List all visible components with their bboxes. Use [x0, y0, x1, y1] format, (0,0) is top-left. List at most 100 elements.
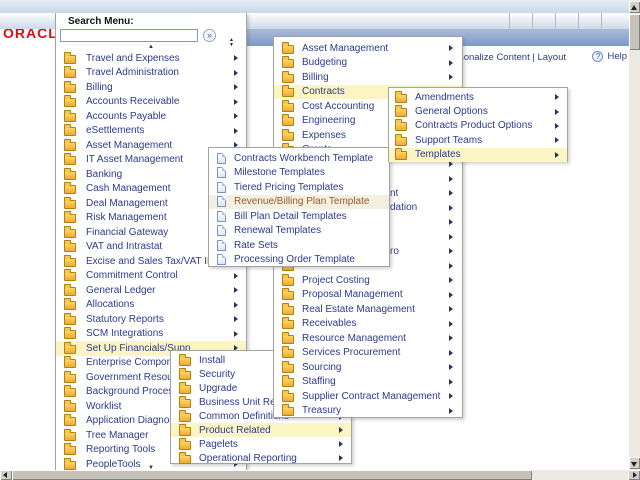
folder-icon — [179, 413, 191, 422]
menu-item[interactable]: Pagelets — [171, 437, 351, 451]
menu-item[interactable]: Asset Management — [274, 41, 462, 56]
menu-page-item[interactable]: Contracts Workbench Template — [209, 151, 389, 166]
menu-item[interactable]: Travel Administration — [56, 66, 246, 81]
menu-item[interactable]: Supplier Contract Management — [274, 389, 462, 404]
menu-page-item[interactable]: Bill Plan Detail Templates — [209, 209, 389, 224]
menu-item[interactable]: Support Teams — [389, 133, 567, 147]
menu-item[interactable]: General Ledger — [56, 283, 246, 298]
folder-icon — [282, 320, 294, 329]
menu-item[interactable]: Receivables — [274, 317, 462, 332]
folder-icon — [395, 94, 407, 103]
search-input[interactable] — [60, 29, 198, 42]
submenu-arrow-icon — [449, 350, 453, 356]
menu-item[interactable]: eSettlements — [56, 124, 246, 139]
menu-item[interactable]: Billing — [56, 80, 246, 95]
submenu-arrow-icon — [555, 123, 559, 129]
menu-resize-icon[interactable]: ▲ ▼ — [229, 38, 234, 48]
vertical-scrollbar[interactable] — [629, 0, 640, 470]
folder-icon — [64, 316, 76, 325]
folder-icon — [64, 272, 76, 281]
folder-icon — [282, 393, 294, 402]
search-menu-label: Search Menu: — [56, 13, 246, 28]
menu-item[interactable]: Accounts Payable — [56, 109, 246, 124]
horizontal-scrollbar[interactable] — [0, 470, 640, 480]
menu-item[interactable]: Statutory Reports — [56, 312, 246, 327]
scroll-down-arrow-icon[interactable] — [629, 457, 640, 469]
folder-icon — [395, 137, 407, 146]
folder-icon — [282, 117, 294, 126]
menu-page-item[interactable]: Milestone Templates — [209, 166, 389, 181]
page-icon — [217, 182, 226, 193]
submenu-arrow-icon — [234, 84, 238, 90]
menu-item[interactable]: Templates — [389, 148, 567, 162]
menu-page-item[interactable]: Rate Sets — [209, 238, 389, 253]
folder-icon — [282, 378, 294, 387]
submenu-arrow-icon — [555, 94, 559, 100]
submenu-arrow-icon — [339, 441, 343, 447]
folder-icon — [179, 357, 191, 366]
menu-page-item[interactable]: Processing Order Template — [209, 253, 389, 268]
menu-item[interactable]: Commitment Control — [56, 269, 246, 284]
nav-link[interactable] — [555, 13, 578, 29]
folder-icon — [64, 156, 76, 165]
menu-item[interactable]: Contracts Product Options — [389, 119, 567, 133]
submenu-arrow-icon — [449, 277, 453, 283]
menu-item[interactable]: Billing — [274, 70, 462, 85]
menu-item[interactable]: SCM Integrations — [56, 327, 246, 342]
menu-item[interactable]: Services Procurement — [274, 346, 462, 361]
folder-icon — [64, 345, 76, 354]
help-link[interactable]: ? Help — [592, 51, 627, 62]
folder-icon — [64, 359, 76, 368]
menu-item[interactable]: Staffing — [274, 375, 462, 390]
search-go-icon[interactable]: » — [203, 29, 216, 42]
nav-link[interactable] — [509, 13, 532, 29]
submenu-arrow-icon — [234, 113, 238, 119]
nav-link[interactable] — [601, 13, 624, 29]
folder-icon — [64, 55, 76, 64]
menu-scroll-up-icon[interactable]: ▲ — [56, 44, 246, 51]
menu-item[interactable]: Resource Management — [274, 331, 462, 346]
submenu-arrow-icon — [234, 128, 238, 134]
submenu-arrow-icon — [449, 393, 453, 399]
menu-item[interactable]: Amendments — [389, 90, 567, 104]
menu-item[interactable]: Proposal Management — [274, 288, 462, 303]
folder-icon — [282, 103, 294, 112]
menu-item[interactable]: Operational Reporting — [171, 451, 351, 465]
menu-item[interactable]: Budgeting — [274, 56, 462, 71]
folder-icon — [64, 287, 76, 296]
menu-item[interactable]: Real Estate Management — [274, 302, 462, 317]
nav-link[interactable] — [578, 13, 601, 29]
menu-item[interactable]: General Options — [389, 104, 567, 118]
folder-icon — [64, 200, 76, 209]
scroll-left-arrow-icon[interactable] — [0, 470, 12, 480]
submenu-arrow-icon — [449, 263, 453, 269]
submenu-arrow-icon — [234, 99, 238, 105]
templates-pages-panel: Contracts Workbench Template Milestone T… — [208, 147, 390, 267]
menu-item[interactable]: Project Costing — [274, 273, 462, 288]
page-icon — [217, 167, 226, 178]
menu-item[interactable]: Product Related — [171, 423, 351, 437]
menu-page-item[interactable]: Renewal Templates — [209, 224, 389, 239]
menu-page-item[interactable]: Revenue/Billing Plan Template — [209, 195, 389, 210]
nav-link[interactable] — [532, 13, 555, 29]
menu-item[interactable]: Accounts Receivable — [56, 95, 246, 110]
submenu-arrow-icon — [449, 408, 453, 414]
submenu-arrow-icon — [339, 427, 343, 433]
folder-icon — [64, 301, 76, 310]
menu-item[interactable]: Allocations — [56, 298, 246, 313]
menu-item[interactable]: Travel and Expenses — [56, 51, 246, 66]
menu-item[interactable]: Treasury — [274, 404, 462, 419]
menu-item[interactable]: Sourcing — [274, 360, 462, 375]
menu-page-item[interactable]: Tiered Pricing Templates — [209, 180, 389, 195]
folder-icon — [64, 446, 76, 455]
page-icon — [217, 196, 226, 207]
page-icon — [217, 254, 226, 265]
horizontal-scroll-thumb[interactable] — [12, 470, 532, 480]
folder-icon — [179, 399, 191, 408]
vertical-scroll-thumb[interactable] — [629, 14, 640, 50]
folder-icon — [64, 432, 76, 441]
submenu-arrow-icon — [234, 55, 238, 61]
page-icon — [217, 225, 226, 236]
scroll-right-arrow-icon[interactable] — [628, 470, 640, 480]
scroll-up-arrow-icon[interactable] — [629, 1, 640, 13]
